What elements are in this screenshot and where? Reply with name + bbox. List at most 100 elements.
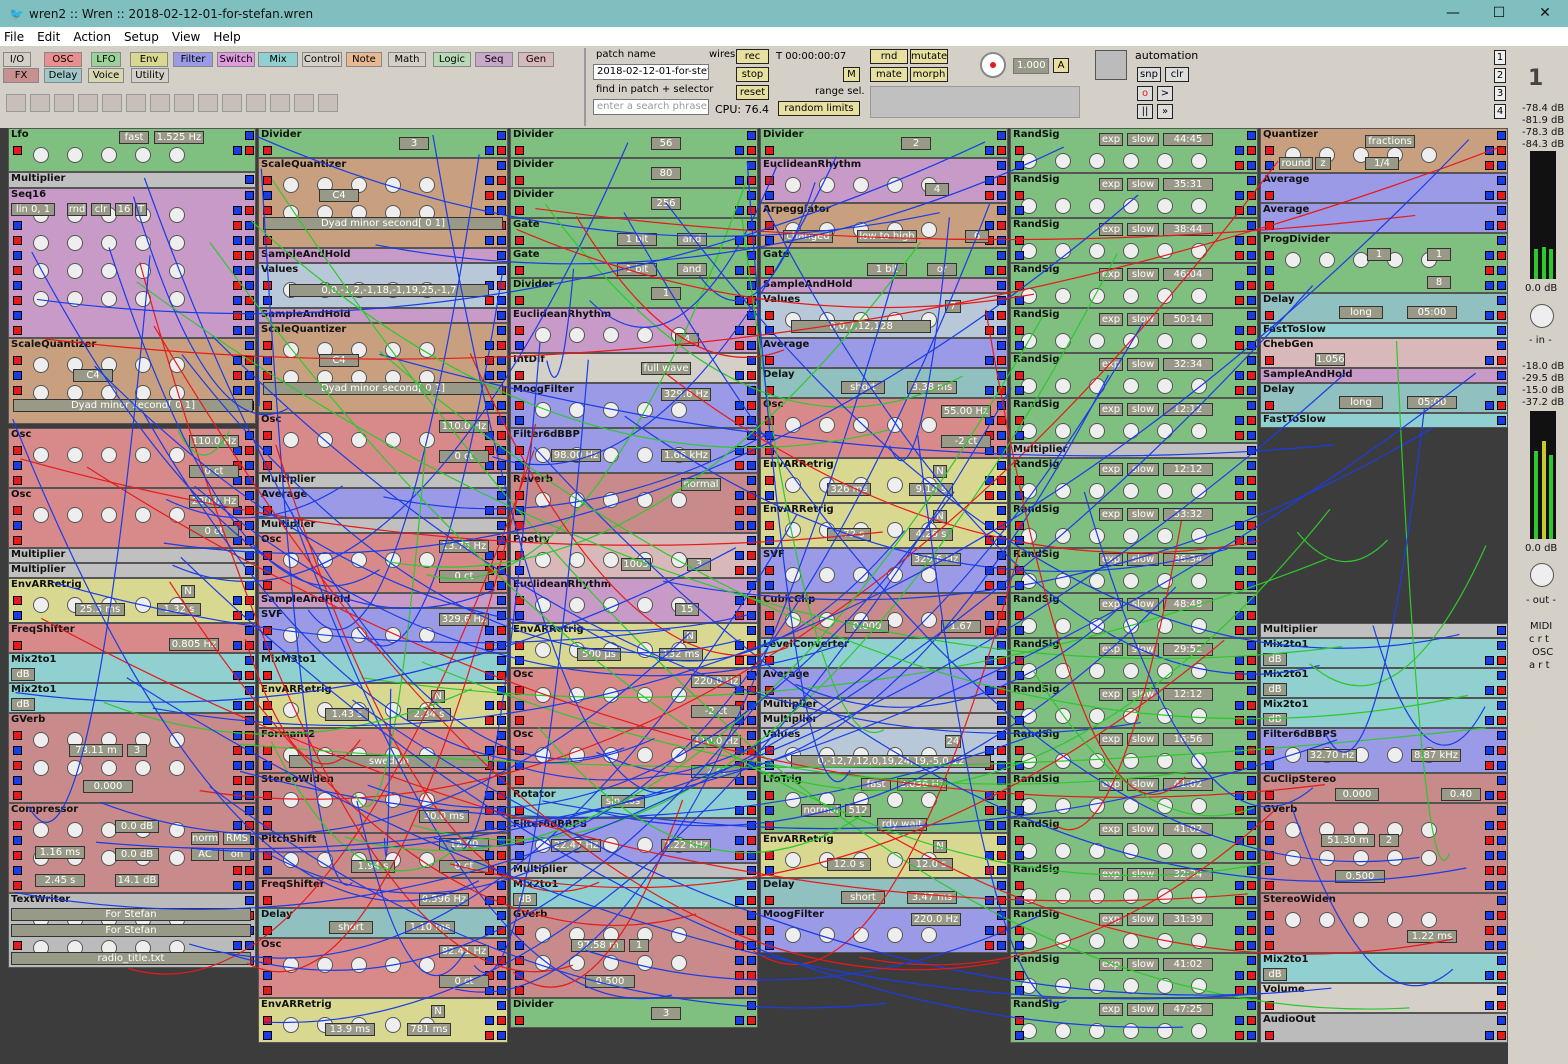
output-jack[interactable] [1247,731,1256,740]
parameter-knob[interactable] [1089,708,1105,724]
input-jack[interactable] [1015,701,1024,710]
output-jack[interactable] [735,266,744,275]
output-jack[interactable] [747,761,756,770]
parameter-knob[interactable] [169,732,185,748]
output-jack[interactable] [1235,851,1244,860]
parameter-display[interactable]: 1.67 [941,620,981,633]
parameter-display[interactable]: 73.11 m [69,744,123,757]
parameter-display[interactable]: 13.9 ms [325,1023,375,1036]
output-jack[interactable] [997,671,1006,680]
input-jack[interactable] [765,311,774,320]
output-jack[interactable] [1235,296,1244,305]
module-textwriter[interactable]: TextWriter For Stefan For Stefan radio_titl… [8,893,256,968]
parameter-knob[interactable] [385,177,401,193]
input-jack[interactable] [515,296,524,305]
output-jack[interactable] [233,386,242,395]
output-jack[interactable] [1235,611,1244,620]
output-jack[interactable] [1247,266,1256,275]
parameter-display[interactable]: full wave [641,362,691,375]
output-jack[interactable] [1247,491,1256,500]
speed-selector[interactable]: slow [1127,958,1159,971]
output-jack[interactable] [1247,326,1256,335]
output-jack[interactable] [1247,611,1256,620]
parameter-display[interactable]: 326 ms [827,483,871,496]
input-jack[interactable] [1015,536,1024,545]
parameter-knob[interactable] [569,327,585,343]
parameter-knob[interactable] [385,1017,401,1033]
output-jack[interactable] [233,596,242,605]
minimize-button[interactable]: — [1430,0,1476,27]
module-svf[interactable]: SVF 329.6 Hz [258,608,508,653]
parameter-knob[interactable] [1089,888,1105,904]
output-jack[interactable] [233,641,242,650]
parameter-display[interactable]: short [841,891,885,904]
parameter-knob[interactable] [1191,933,1207,949]
output-jack[interactable] [997,851,1006,860]
parameter-display[interactable]: 0.500 [585,975,635,988]
parameter-knob[interactable] [1055,288,1071,304]
output-jack[interactable] [245,746,254,755]
output-jack[interactable] [497,896,506,905]
output-jack[interactable] [997,596,1006,605]
parameter-knob[interactable] [1157,708,1173,724]
exp-selector[interactable]: exp [1099,733,1123,746]
output-jack[interactable] [735,401,744,410]
parameter-knob[interactable] [419,852,435,868]
parameter-knob[interactable] [135,291,151,307]
parameter-knob[interactable] [101,507,117,523]
module-divider[interactable]: Divider 3 [258,128,508,158]
parameter-display[interactable]: 41:02 [1163,958,1213,971]
speed-selector[interactable]: slow [1127,358,1159,371]
output-jack[interactable] [497,461,506,470]
parameter-knob[interactable] [1157,843,1173,859]
output-jack[interactable] [1485,266,1494,275]
parameter-display[interactable]: 46:04 [1163,268,1213,281]
parameter-knob[interactable] [535,327,551,343]
module-gate[interactable]: Gate 1 bit and [510,218,758,248]
output-jack[interactable] [497,761,506,770]
module-freqshifter[interactable]: FreqShifter 0.805 Hz [8,623,256,653]
input-jack[interactable] [1265,1001,1274,1010]
output-jack[interactable] [233,206,242,215]
output-jack[interactable] [985,491,994,500]
module-filter6dbbps[interactable]: Filter6dBBPS 22.47 Hz 2.22 kHz [510,818,758,863]
output-jack[interactable] [1247,851,1256,860]
output-jack[interactable] [485,701,494,710]
input-gain-knob[interactable] [1530,304,1554,328]
parameter-knob[interactable] [819,177,835,193]
parameter-display[interactable]: 3.38 ms [907,381,957,394]
output-jack[interactable] [985,581,994,590]
menu-action[interactable]: Action [73,30,111,44]
output-jack[interactable] [233,821,242,830]
category-tab-logic[interactable]: Logic [433,52,471,67]
input-jack[interactable] [13,521,22,530]
output-jack[interactable] [1235,986,1244,995]
input-jack[interactable] [13,611,22,620]
output-jack[interactable] [997,311,1006,320]
parameter-knob[interactable] [283,792,299,808]
parameter-display[interactable]: dB [1263,968,1287,981]
input-jack[interactable] [263,1031,272,1040]
parameter-knob[interactable] [535,402,551,418]
input-jack[interactable] [765,761,774,770]
output-jack[interactable] [1235,521,1244,530]
output-jack[interactable] [735,941,744,950]
parameter-knob[interactable] [101,760,117,776]
output-jack[interactable] [233,371,242,380]
parameter-display[interactable]: or [927,263,957,276]
output-jack[interactable] [497,266,506,275]
exp-selector[interactable]: exp [1099,508,1123,521]
output-jack[interactable] [1235,971,1244,980]
parameter-knob[interactable] [887,477,903,493]
module-randsig[interactable]: RandSig exp slow 12:12 [1010,458,1258,503]
input-jack[interactable] [263,851,272,860]
parameter-display[interactable]: 1 [1427,248,1451,261]
output-jack[interactable] [735,371,744,380]
parameter-knob[interactable] [1123,198,1139,214]
output-jack[interactable] [735,491,744,500]
output-jack[interactable] [1485,791,1494,800]
parameter-knob[interactable] [67,263,83,279]
output-jack[interactable] [485,506,494,515]
parameter-knob[interactable] [1285,850,1301,866]
output-jack[interactable] [985,686,994,695]
